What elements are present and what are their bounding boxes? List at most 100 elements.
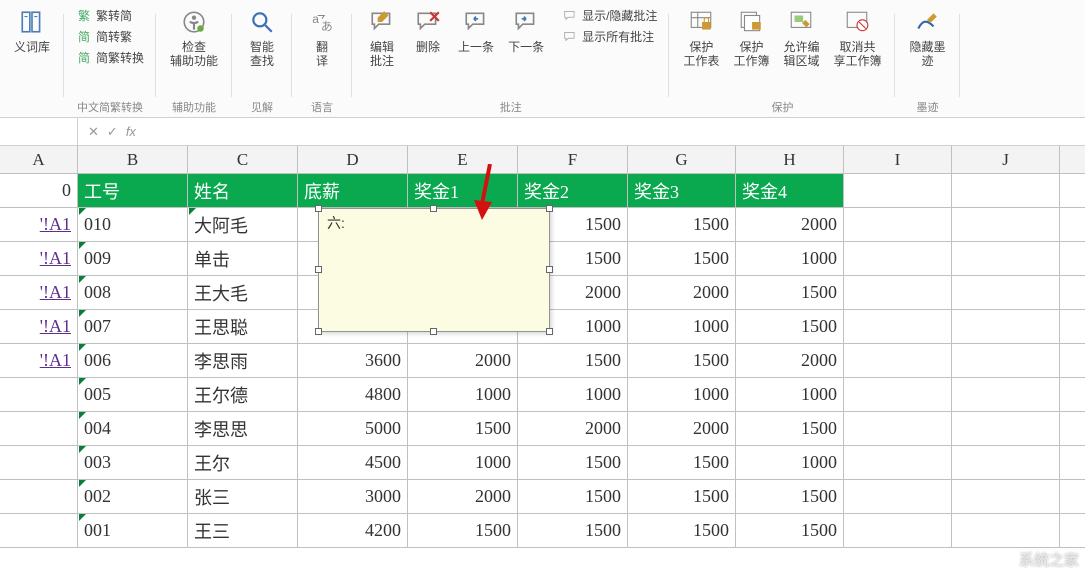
- cell[interactable]: [844, 480, 952, 513]
- toggle-comment[interactable]: 显示/隐藏批注: [560, 6, 659, 25]
- sheet-link[interactable]: '!A1: [40, 282, 71, 303]
- cell[interactable]: 2000: [408, 344, 518, 377]
- cell[interactable]: 008: [78, 276, 188, 309]
- cell[interactable]: 李思雨: [188, 344, 298, 377]
- cell[interactable]: '!A1: [0, 242, 78, 275]
- cell[interactable]: 1500: [408, 514, 518, 547]
- cell[interactable]: [952, 514, 1060, 547]
- col-header-d[interactable]: D: [298, 146, 408, 173]
- prev-comment-button[interactable]: 上一条: [454, 6, 498, 56]
- cell[interactable]: 1000: [408, 446, 518, 479]
- cell[interactable]: [0, 378, 78, 411]
- cell[interactable]: 王尔德: [188, 378, 298, 411]
- cell[interactable]: [0, 412, 78, 445]
- cell[interactable]: [844, 208, 952, 241]
- sheet-link[interactable]: '!A1: [40, 350, 71, 371]
- col-header-c[interactable]: C: [188, 146, 298, 173]
- cell[interactable]: [844, 310, 952, 343]
- cell[interactable]: [952, 242, 1060, 275]
- cell[interactable]: 底薪: [298, 174, 408, 207]
- cell[interactable]: 1500: [518, 344, 628, 377]
- cell[interactable]: [844, 446, 952, 479]
- trad-to-simp[interactable]: 繁繁转简: [74, 6, 134, 25]
- cell[interactable]: 4500: [298, 446, 408, 479]
- cell[interactable]: 4800: [298, 378, 408, 411]
- name-box[interactable]: [0, 118, 78, 145]
- cell[interactable]: 006: [78, 344, 188, 377]
- cell[interactable]: 4200: [298, 514, 408, 547]
- cell[interactable]: [844, 242, 952, 275]
- cell[interactable]: [844, 174, 952, 207]
- show-all-comments[interactable]: 显示所有批注: [560, 27, 656, 46]
- cell[interactable]: 2000: [408, 480, 518, 513]
- smart-lookup-button[interactable]: 智能 查找: [242, 6, 282, 71]
- cell[interactable]: 工号: [78, 174, 188, 207]
- unshare-workbook-button[interactable]: 取消共 享工作簿: [829, 6, 885, 71]
- sheet-link[interactable]: '!A1: [40, 214, 71, 235]
- cell[interactable]: '!A1: [0, 344, 78, 377]
- cell[interactable]: 2000: [628, 412, 736, 445]
- cell[interactable]: 王大毛: [188, 276, 298, 309]
- cell[interactable]: 大阿毛: [188, 208, 298, 241]
- cell[interactable]: 1000: [628, 378, 736, 411]
- cell[interactable]: 2000: [518, 412, 628, 445]
- allow-edit-ranges-button[interactable]: 允许编 辑区域: [779, 6, 823, 71]
- cell[interactable]: 王思聪: [188, 310, 298, 343]
- cell[interactable]: [952, 480, 1060, 513]
- cell[interactable]: 2000: [628, 276, 736, 309]
- cell[interactable]: 1500: [736, 514, 844, 547]
- cell[interactable]: 奖金2: [518, 174, 628, 207]
- cell[interactable]: 1500: [408, 412, 518, 445]
- cell[interactable]: 1500: [736, 276, 844, 309]
- cell[interactable]: 张三: [188, 480, 298, 513]
- col-header-j[interactable]: J: [952, 146, 1060, 173]
- cell[interactable]: [952, 174, 1060, 207]
- cell[interactable]: 3600: [298, 344, 408, 377]
- cell[interactable]: 002: [78, 480, 188, 513]
- cell[interactable]: [952, 446, 1060, 479]
- cell[interactable]: '!A1: [0, 276, 78, 309]
- sheet-link[interactable]: '!A1: [40, 248, 71, 269]
- check-accessibility-button[interactable]: 检查 辅助功能: [166, 6, 222, 71]
- cell[interactable]: 姓名: [188, 174, 298, 207]
- comment-box[interactable]: 六:: [318, 208, 550, 332]
- edit-comment-button[interactable]: 编辑 批注: [362, 6, 402, 71]
- sheet-link[interactable]: '!A1: [40, 316, 71, 337]
- cell[interactable]: 1000: [736, 446, 844, 479]
- cell[interactable]: 1500: [518, 480, 628, 513]
- cell[interactable]: 1500: [628, 446, 736, 479]
- simp-to-trad[interactable]: 简简转繁: [74, 27, 134, 46]
- cell[interactable]: [952, 276, 1060, 309]
- cell[interactable]: [952, 208, 1060, 241]
- cell[interactable]: 1500: [518, 446, 628, 479]
- cell[interactable]: '!A1: [0, 310, 78, 343]
- cell[interactable]: 5000: [298, 412, 408, 445]
- cell[interactable]: 1500: [628, 344, 736, 377]
- col-header-b[interactable]: B: [78, 146, 188, 173]
- cell[interactable]: [0, 514, 78, 547]
- cell[interactable]: 1000: [736, 378, 844, 411]
- cell[interactable]: 1500: [518, 514, 628, 547]
- cell[interactable]: [952, 378, 1060, 411]
- cell[interactable]: [844, 276, 952, 309]
- cell[interactable]: 005: [78, 378, 188, 411]
- cell[interactable]: 001: [78, 514, 188, 547]
- col-header-f[interactable]: F: [518, 146, 628, 173]
- col-header-i[interactable]: I: [844, 146, 952, 173]
- cell[interactable]: [844, 344, 952, 377]
- cancel-icon[interactable]: ✕: [88, 124, 99, 140]
- cell[interactable]: 004: [78, 412, 188, 445]
- confirm-icon[interactable]: ✓: [107, 124, 118, 140]
- cell[interactable]: [952, 310, 1060, 343]
- cell[interactable]: 1000: [518, 378, 628, 411]
- cell[interactable]: 003: [78, 446, 188, 479]
- cell[interactable]: 1500: [736, 310, 844, 343]
- cell[interactable]: 3000: [298, 480, 408, 513]
- col-header-h[interactable]: H: [736, 146, 844, 173]
- thesaurus-button[interactable]: 义词库: [10, 6, 54, 56]
- cell[interactable]: [0, 446, 78, 479]
- cell[interactable]: 1500: [628, 480, 736, 513]
- cell[interactable]: 2000: [736, 344, 844, 377]
- convert-cn[interactable]: 简简繁转换: [74, 48, 146, 67]
- cell[interactable]: 1500: [736, 480, 844, 513]
